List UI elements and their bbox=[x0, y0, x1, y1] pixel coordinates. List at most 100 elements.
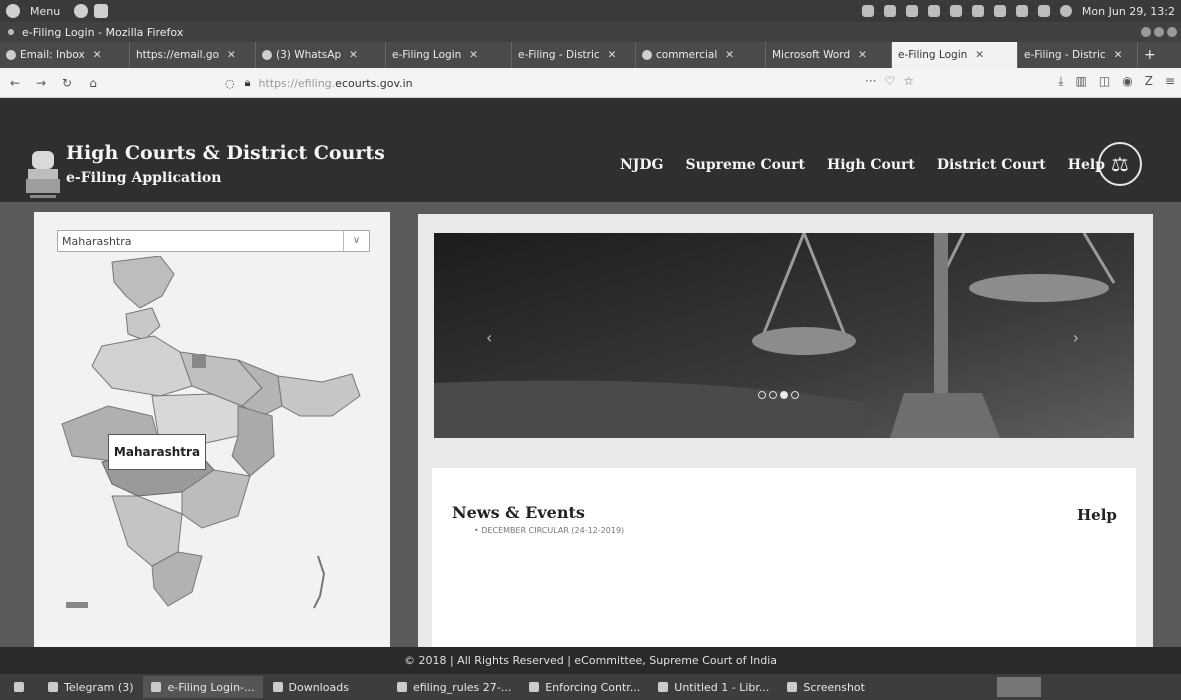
browser-toolbar: ← → ↻ ⌂ ◌ 🔒︎ https://efiling. ecourts.go… bbox=[0, 68, 1181, 98]
map-state-himachal[interactable] bbox=[125, 307, 161, 341]
reload-button[interactable]: ↻ bbox=[56, 76, 78, 90]
taskbar-item-active[interactable]: e-Filing Login-... bbox=[143, 676, 263, 698]
tab-close-icon[interactable]: ✕ bbox=[349, 49, 358, 61]
site-footer: © 2018 | All Rights Reserved | eCommitte… bbox=[0, 647, 1181, 674]
tab-close-icon[interactable]: ✕ bbox=[93, 49, 102, 61]
document-icon bbox=[658, 682, 669, 692]
hamburger-menu-icon[interactable]: ≡ bbox=[1165, 74, 1175, 89]
shield-icon[interactable]: ◌ bbox=[225, 77, 235, 90]
browser-tab[interactable]: e-Filing - Distric ✕ bbox=[1018, 42, 1138, 68]
minimize-button[interactable] bbox=[1141, 27, 1151, 37]
browser-tab[interactable]: Email: Inbox ✕ bbox=[0, 42, 130, 68]
browser-tab-active[interactable]: e-Filing Login ✕ bbox=[892, 42, 1018, 68]
tab-favicon-icon bbox=[262, 50, 272, 60]
tab-close-icon[interactable]: ✕ bbox=[608, 49, 617, 61]
volume-icon[interactable] bbox=[1037, 5, 1050, 17]
site-title: High Courts & District Courts bbox=[66, 142, 385, 164]
taskbar-item[interactable]: Untitled 1 - Libr... bbox=[650, 676, 777, 698]
news-item[interactable]: • DECEMBER CIRCULAR (24-12-2019) bbox=[474, 526, 624, 535]
state-select-value: Maharashtra bbox=[62, 234, 132, 248]
nav-district-court[interactable]: District Court bbox=[937, 157, 1046, 173]
browser-tab[interactable]: commercial ✕ bbox=[636, 42, 766, 68]
carousel-dot[interactable] bbox=[791, 391, 799, 399]
os-clock[interactable]: Mon Jun 29, 13:2 bbox=[1082, 5, 1175, 18]
bookmark-star-icon[interactable]: ☆ bbox=[903, 74, 914, 88]
carousel-dot[interactable] bbox=[769, 391, 777, 399]
page-actions-button[interactable]: ··· bbox=[865, 74, 876, 88]
library-icon[interactable]: ▥ bbox=[1076, 74, 1087, 89]
taskbar-item-label: Screenshot bbox=[803, 680, 865, 694]
forward-button[interactable]: → bbox=[30, 76, 52, 90]
taskbar-item[interactable]: efiling_rules 27-... bbox=[389, 676, 519, 698]
chevron-down-icon[interactable]: ∨ bbox=[343, 231, 369, 251]
toolbar-right: ⤓ ▥ ◫ ◉ Z ≡ bbox=[1058, 74, 1175, 89]
battery-icon[interactable] bbox=[1015, 5, 1028, 17]
tab-label: commercial bbox=[656, 49, 718, 61]
taskbar-item[interactable]: Screenshot bbox=[779, 676, 873, 698]
screenshot-tray-icon[interactable] bbox=[861, 5, 874, 17]
taskbar-item[interactable]: Telegram (3) bbox=[40, 676, 141, 698]
map-state-rajasthan-punjab[interactable] bbox=[91, 335, 193, 397]
window-controls bbox=[1141, 27, 1177, 37]
download-icon[interactable]: ⤓ bbox=[1058, 74, 1063, 89]
tab-favicon-icon bbox=[6, 50, 16, 60]
tab-close-icon[interactable]: ✕ bbox=[469, 49, 478, 61]
tab-close-icon[interactable]: ✕ bbox=[858, 49, 867, 61]
carousel-dot-active[interactable] bbox=[780, 391, 788, 399]
files-icon[interactable] bbox=[94, 4, 109, 18]
carousel-next-icon[interactable]: › bbox=[1073, 328, 1079, 347]
map-andaman-nicobar[interactable] bbox=[313, 555, 326, 609]
state-select[interactable]: Maharashtra ∨ bbox=[57, 230, 370, 252]
maximize-button[interactable] bbox=[1154, 27, 1164, 37]
close-window-button[interactable] bbox=[1167, 27, 1177, 37]
carousel-dot[interactable] bbox=[758, 391, 766, 399]
show-desktop-button[interactable] bbox=[6, 676, 38, 698]
tab-close-icon[interactable]: ✕ bbox=[227, 49, 236, 61]
browser-tab[interactable]: https://email.go ✕ bbox=[130, 42, 256, 68]
taskbar-item[interactable]: Downloads bbox=[265, 676, 357, 698]
back-button[interactable]: ← bbox=[4, 76, 26, 90]
firefox-icon[interactable] bbox=[74, 4, 89, 18]
extension-icon[interactable]: ◉ bbox=[1122, 74, 1132, 89]
wifi-icon[interactable] bbox=[993, 5, 1006, 17]
browser-tab[interactable]: (3) WhatsAp ✕ bbox=[256, 42, 386, 68]
browser-tab[interactable]: Microsoft Word ✕ bbox=[766, 42, 892, 68]
browser-tab[interactable]: e-Filing Login ✕ bbox=[386, 42, 512, 68]
map-state-jammu-kashmir[interactable] bbox=[111, 256, 175, 309]
map-state-delhi[interactable] bbox=[192, 354, 206, 368]
taskbar-item[interactable]: Enforcing Contr... bbox=[521, 676, 648, 698]
india-map[interactable] bbox=[42, 256, 390, 626]
nav-njdg[interactable]: NJDG bbox=[620, 157, 664, 173]
pocket-icon[interactable]: ♡ bbox=[884, 74, 895, 88]
bluetooth-icon[interactable] bbox=[949, 5, 962, 17]
zotero-icon[interactable]: Z bbox=[1145, 74, 1153, 89]
map-state-northeast[interactable] bbox=[277, 373, 361, 417]
lock-icon[interactable]: 🔒︎ bbox=[245, 76, 251, 90]
nav-supreme-court[interactable]: Supreme Court bbox=[686, 157, 805, 173]
map-lakshadweep[interactable] bbox=[66, 602, 88, 608]
carousel-prev-icon[interactable]: ‹ bbox=[486, 328, 492, 347]
window-titlebar: e-Filing Login - Mozilla Firefox bbox=[0, 22, 1181, 42]
sidebar-icon[interactable]: ◫ bbox=[1099, 74, 1110, 89]
url-bar[interactable]: ◌ 🔒︎ https://efiling. ecourts.gov.in bbox=[225, 72, 745, 94]
image-icon bbox=[787, 682, 798, 692]
display-icon[interactable] bbox=[883, 5, 896, 17]
tab-close-icon[interactable]: ✕ bbox=[725, 49, 734, 61]
home-button[interactable]: ⌂ bbox=[82, 76, 104, 90]
workspace-switcher[interactable] bbox=[997, 677, 1041, 697]
tab-close-icon[interactable]: ✕ bbox=[1114, 49, 1123, 61]
language-icon[interactable] bbox=[905, 5, 918, 17]
tab-close-icon[interactable]: ✕ bbox=[975, 49, 984, 61]
settings-icon[interactable] bbox=[1059, 5, 1072, 17]
browser-tab[interactable]: e-Filing - Distric ✕ bbox=[512, 42, 636, 68]
national-emblem-icon bbox=[26, 151, 60, 198]
update-icon[interactable] bbox=[971, 5, 984, 17]
nav-high-court[interactable]: High Court bbox=[827, 157, 915, 173]
map-state-chhattisgarh-odisha[interactable] bbox=[231, 405, 275, 477]
os-menu-button[interactable]: Menu bbox=[6, 4, 60, 18]
new-tab-button[interactable]: + bbox=[1138, 42, 1162, 68]
system-tray: Mon Jun 29, 13:2 bbox=[861, 5, 1175, 18]
dropbox-icon[interactable] bbox=[927, 5, 940, 17]
tab-label: e-Filing - Distric bbox=[518, 49, 600, 61]
tab-label: https://email.go bbox=[136, 49, 220, 61]
